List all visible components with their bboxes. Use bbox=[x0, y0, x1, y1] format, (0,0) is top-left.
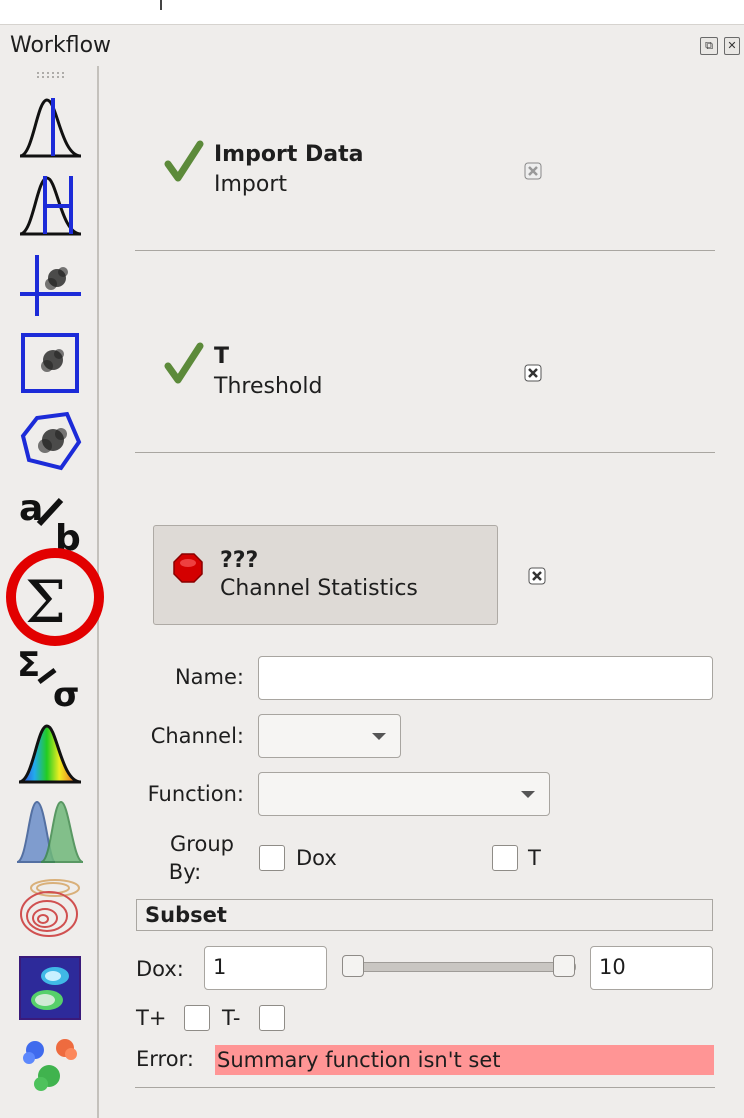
gaussian-mixture-icon[interactable] bbox=[15, 796, 85, 864]
cluster-scatter-icon[interactable] bbox=[15, 1032, 85, 1100]
t-minus-checkbox[interactable] bbox=[259, 1005, 285, 1031]
step-name: T bbox=[214, 344, 230, 369]
range-gate-icon[interactable] bbox=[15, 170, 85, 238]
groupby-t-checkbox[interactable] bbox=[492, 845, 518, 871]
ratio-icon[interactable]: ab bbox=[15, 486, 85, 559]
delete-step-icon[interactable] bbox=[524, 162, 542, 180]
name-input[interactable] bbox=[258, 656, 713, 700]
svg-text:σ: σ bbox=[53, 675, 79, 710]
dox-max-input[interactable]: 10 bbox=[590, 946, 713, 990]
chevron-down-icon bbox=[372, 733, 386, 740]
quad-gate-icon[interactable] bbox=[15, 250, 85, 318]
check-icon bbox=[164, 140, 204, 182]
toolbar-grip-icon[interactable] bbox=[35, 70, 73, 80]
group-by-label-line1: Group bbox=[170, 832, 234, 856]
workflow-step-import[interactable]: Import Data Import bbox=[134, 130, 714, 220]
groupby-t-label: T bbox=[528, 846, 541, 870]
chevron-down-icon bbox=[521, 791, 535, 798]
dock-titlebar: Workflow ⧉ ✕ bbox=[0, 25, 744, 65]
image-region-icon[interactable] bbox=[15, 954, 85, 1022]
t-plus-label: T+ bbox=[136, 1006, 167, 1030]
delete-step-icon[interactable] bbox=[524, 364, 542, 382]
groupby-dox-label: Dox bbox=[296, 846, 337, 870]
histogram-threshold-icon[interactable] bbox=[15, 92, 85, 160]
sigma-sigma-icon[interactable]: Σσ bbox=[15, 642, 85, 715]
t-minus-label: T- bbox=[222, 1006, 241, 1030]
dock-title: Workflow bbox=[10, 33, 112, 58]
groupby-dox-checkbox[interactable] bbox=[259, 845, 285, 871]
polygon-gate-icon[interactable] bbox=[15, 408, 85, 476]
step-name: Import Data bbox=[214, 142, 364, 167]
float-icon[interactable]: ⧉ bbox=[700, 37, 718, 55]
channel-label: Channel: bbox=[150, 724, 244, 748]
check-icon bbox=[164, 342, 204, 384]
step-separator bbox=[135, 452, 715, 453]
spectrum-histogram-icon[interactable] bbox=[15, 718, 85, 786]
step-type: Channel Statistics bbox=[220, 576, 418, 601]
splitter-tick bbox=[160, 0, 162, 10]
dox-slider-max-handle[interactable] bbox=[553, 955, 575, 977]
highlight-ring bbox=[6, 548, 104, 646]
density-contour-icon[interactable] bbox=[15, 874, 85, 942]
step-type: Threshold bbox=[214, 374, 323, 399]
step-name: ??? bbox=[220, 548, 259, 573]
top-strip bbox=[0, 0, 744, 25]
error-label: Error: bbox=[136, 1047, 194, 1071]
dox-slider-min-handle[interactable] bbox=[342, 955, 364, 977]
step-separator bbox=[135, 250, 715, 251]
group-by-label-line2: By: bbox=[168, 860, 202, 884]
t-plus-checkbox[interactable] bbox=[184, 1005, 210, 1031]
name-label: Name: bbox=[174, 665, 244, 689]
stop-icon bbox=[173, 553, 203, 583]
error-message: Summary function isn't set bbox=[215, 1045, 714, 1075]
dox-min-input[interactable]: 1 bbox=[204, 946, 327, 990]
function-label: Function: bbox=[147, 782, 244, 806]
delete-step-icon[interactable] bbox=[528, 567, 546, 585]
subset-header: Subset bbox=[136, 899, 713, 931]
svg-text:Σ: Σ bbox=[17, 645, 40, 685]
bottom-separator bbox=[135, 1087, 715, 1088]
workflow-step-channel-statistics[interactable]: ??? Channel Statistics bbox=[153, 525, 498, 625]
dox-label: Dox: bbox=[136, 957, 184, 981]
channel-select[interactable] bbox=[258, 714, 401, 758]
workflow-step-threshold[interactable]: T Threshold bbox=[134, 332, 714, 422]
step-type: Import bbox=[214, 172, 288, 197]
function-select[interactable] bbox=[258, 772, 550, 816]
close-icon[interactable]: ✕ bbox=[724, 37, 740, 55]
rectangle-gate-icon[interactable] bbox=[15, 330, 85, 398]
dox-range-slider[interactable] bbox=[344, 962, 576, 972]
